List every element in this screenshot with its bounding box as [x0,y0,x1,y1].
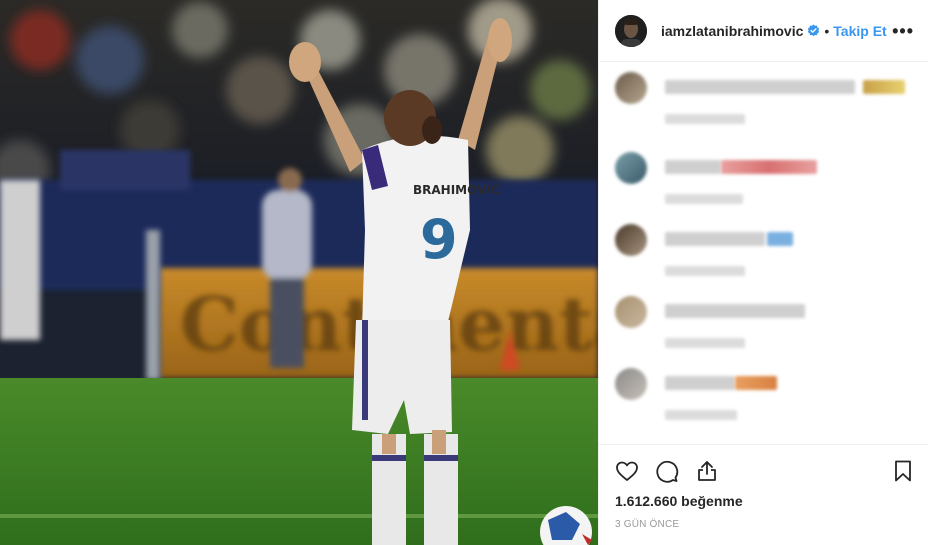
comment-meta-redacted [665,266,745,276]
verified-badge-icon [807,24,820,37]
post-side-panel: iamzlatanibrahimovic • Takip Et ••• 1.61… [598,0,928,545]
bookmark-icon[interactable] [889,457,917,485]
comments-list[interactable] [599,62,928,444]
share-icon[interactable] [693,457,721,485]
comment-emoji-redacted [721,160,817,174]
comment-meta-redacted [665,338,745,348]
comment-emoji-redacted [735,376,777,390]
comment-item [615,358,915,420]
commenter-avatar[interactable] [615,368,647,400]
post-photo-image: Continental BRAHIMOVIĆ [0,0,598,545]
author-username[interactable]: iamzlatanibrahimovic [661,23,803,39]
post-actions: 1.612.660 beğenme 3 GÜN ÖNCE [599,444,928,530]
commenter-avatar[interactable] [615,296,647,328]
comment-item [615,62,915,124]
post-photo[interactable]: Continental BRAHIMOVIĆ [0,0,598,545]
header-separator: • [824,22,830,39]
post-timestamp[interactable]: 3 GÜN ÖNCE [599,519,928,530]
author-avatar[interactable] [615,14,647,47]
comment-item [615,214,915,276]
comment-item [615,142,915,204]
comment-bubble-icon[interactable] [653,457,681,485]
comment-emoji-redacted [863,80,905,94]
commenter-avatar[interactable] [615,224,647,256]
commenter-avatar[interactable] [615,152,647,184]
comment-emoji-redacted [767,232,793,246]
comment-item [615,286,915,348]
comment-text-redacted [665,160,721,174]
comment-text-redacted [665,232,765,246]
comment-text-redacted [665,80,855,94]
comment-meta-redacted [665,114,745,124]
action-icons-row [599,445,928,497]
heart-icon[interactable] [613,457,641,485]
comment-meta-redacted [665,194,743,204]
commenter-avatar[interactable] [615,72,647,104]
comment-text-redacted [665,304,805,318]
comment-meta-redacted [665,410,737,420]
jersey-number: 9 [420,208,458,271]
follow-button[interactable]: Takip Et [833,23,886,39]
likes-count[interactable]: 1.612.660 beğenme [599,493,928,509]
post-header: iamzlatanibrahimovic • Takip Et ••• [599,0,928,62]
jersey-name: BRAHIMOVIĆ [413,182,500,197]
comment-text-redacted [665,376,735,390]
more-options-icon[interactable]: ••• [892,22,914,40]
